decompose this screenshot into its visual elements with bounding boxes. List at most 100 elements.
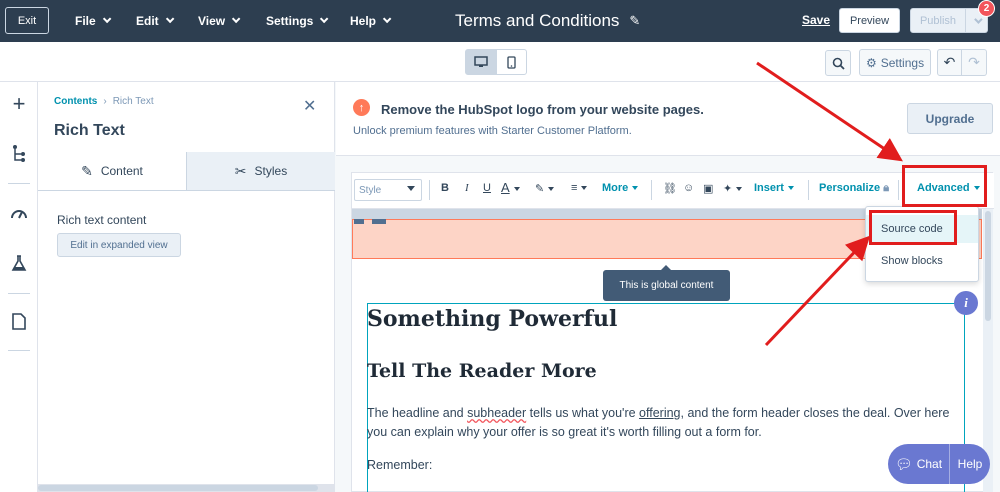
- chevron-down-icon: [320, 14, 329, 24]
- exit-button[interactable]: Exit: [5, 7, 49, 34]
- content-heading-2[interactable]: Tell The Reader More: [367, 360, 597, 382]
- chevron-down-icon: [407, 186, 415, 191]
- pencil-icon[interactable]: ✎: [629, 13, 640, 29]
- breadcrumb: Contents › Rich Text: [54, 96, 154, 107]
- publish-button[interactable]: Publish: [910, 8, 966, 33]
- link-icon: ⛓: [663, 183, 677, 195]
- undo-button[interactable]: ↶: [937, 49, 962, 76]
- para-link[interactable]: offering: [639, 406, 680, 420]
- menu-help[interactable]: Help: [350, 0, 392, 42]
- chevron-down-icon: [548, 187, 555, 192]
- rich-text-content-label: Rich text content: [57, 213, 147, 227]
- menu-edit-label: Edit: [136, 14, 159, 28]
- page-title[interactable]: Terms and Conditions ✎: [455, 0, 640, 42]
- more-button[interactable]: More: [602, 182, 639, 194]
- top-bar: Exit File Edit View Settings Help Terms …: [0, 0, 1000, 42]
- para-text: tells us what you're: [526, 406, 640, 420]
- insert-label: Insert: [754, 182, 784, 194]
- menu-file-label: File: [75, 14, 96, 28]
- content-remember[interactable]: Remember:: [367, 458, 432, 472]
- chat-button[interactable]: 💬︎ Chat: [888, 444, 950, 484]
- style-select[interactable]: Style: [354, 179, 422, 201]
- misspelled-word: subheader: [467, 406, 527, 420]
- search-button[interactable]: [825, 50, 851, 76]
- mobile-icon: [507, 55, 516, 69]
- align-button[interactable]: ≡: [571, 182, 588, 194]
- chevron-down-icon: [632, 186, 639, 191]
- text-color-button[interactable]: A: [501, 180, 520, 195]
- plus-icon: +: [12, 91, 26, 116]
- global-content-tooltip: This is global content: [603, 265, 730, 301]
- content-paragraph[interactable]: The headline and subheader tells us what…: [367, 404, 967, 442]
- close-panel-button[interactable]: ✕: [303, 96, 316, 116]
- banner-title: Remove the HubSpot logo from your websit…: [381, 102, 704, 117]
- chevron-down-icon: [581, 186, 588, 191]
- panel-horizontal-scrollbar[interactable]: [38, 484, 335, 492]
- toolbar-divider: [808, 180, 809, 200]
- menu-file[interactable]: File: [75, 0, 112, 42]
- tab-content[interactable]: ✎ Content: [38, 152, 187, 190]
- bold-button[interactable]: B: [441, 182, 449, 194]
- tab-styles[interactable]: ✂ Styles: [187, 152, 335, 190]
- emoji-button[interactable]: ☺: [683, 182, 694, 194]
- notification-badge[interactable]: 2: [978, 0, 995, 17]
- page-title-text: Terms and Conditions: [455, 11, 620, 30]
- advanced-highlight-box: [902, 165, 987, 207]
- info-icon[interactable]: i: [954, 291, 978, 315]
- insert-button[interactable]: Insert: [754, 182, 794, 194]
- para-text: The headline and: [367, 406, 468, 420]
- menu-view[interactable]: View: [198, 0, 241, 42]
- tab-content-label: Content: [100, 164, 143, 178]
- style-select-value: Style: [359, 184, 382, 196]
- gauge-icon: [11, 210, 27, 219]
- test-button[interactable]: [5, 249, 33, 277]
- add-module-button[interactable]: +: [5, 90, 33, 118]
- menu-settings[interactable]: Settings: [266, 0, 329, 42]
- rail-divider: [8, 350, 30, 351]
- italic-button[interactable]: I: [465, 182, 469, 194]
- save-button[interactable]: Save: [802, 13, 830, 27]
- menu-edit[interactable]: Edit: [136, 0, 175, 42]
- chevron-down-icon: [165, 14, 175, 24]
- redo-button[interactable]: ↷: [962, 49, 987, 76]
- settings-button-label: Settings: [880, 55, 925, 70]
- chevron-down-icon: [232, 14, 241, 24]
- panel-title: Rich Text: [54, 122, 125, 139]
- menu-item-show-blocks[interactable]: Show blocks: [866, 247, 978, 275]
- page-icon: [12, 312, 26, 330]
- rail-divider: [8, 293, 30, 294]
- layers-button[interactable]: [5, 139, 33, 167]
- settings-button[interactable]: ⚙ Settings: [859, 49, 931, 76]
- image-button[interactable]: ▣: [703, 182, 713, 195]
- chevron-down-icon: [513, 186, 520, 191]
- breadcrumb-current: Rich Text: [112, 96, 154, 107]
- highlight-button[interactable]: ✎: [535, 182, 555, 195]
- pages-button[interactable]: [5, 307, 33, 335]
- chevron-down-icon: [102, 14, 112, 24]
- underline-button[interactable]: U: [483, 182, 491, 194]
- global-block-marker: [372, 219, 386, 224]
- chat-widget[interactable]: 💬︎ Chat Help: [888, 444, 990, 484]
- menu-settings-label: Settings: [266, 14, 314, 28]
- breadcrumb-contents[interactable]: Contents: [54, 96, 97, 107]
- help-button[interactable]: Help: [950, 457, 990, 471]
- global-block-marker: [354, 219, 364, 224]
- content-heading-1[interactable]: Something Powerful: [367, 306, 617, 332]
- optimize-button[interactable]: [5, 199, 33, 227]
- personalize-button[interactable]: Personalize 🔒︎: [819, 182, 889, 195]
- desktop-icon: [473, 56, 488, 67]
- scrollbar-thumb[interactable]: [985, 211, 991, 321]
- scrollbar-thumb[interactable]: [38, 485, 318, 491]
- chat-bubble-icon: 💬︎: [894, 455, 913, 472]
- banner-text: Unlock premium features with Starter Cus…: [353, 125, 632, 137]
- preview-button[interactable]: Preview: [839, 8, 900, 33]
- rail-divider: [8, 183, 30, 184]
- chat-label: Chat: [916, 457, 943, 471]
- mobile-preview-button[interactable]: [496, 49, 527, 75]
- panel-tabs: ✎ Content ✂ Styles: [38, 152, 335, 191]
- ai-assist-button[interactable]: ✦: [723, 182, 743, 195]
- desktop-preview-button[interactable]: [465, 49, 496, 75]
- link-button[interactable]: ⛓: [663, 182, 677, 195]
- upgrade-button[interactable]: Upgrade: [907, 103, 993, 134]
- edit-expanded-view-button[interactable]: Edit in expanded view: [57, 233, 181, 257]
